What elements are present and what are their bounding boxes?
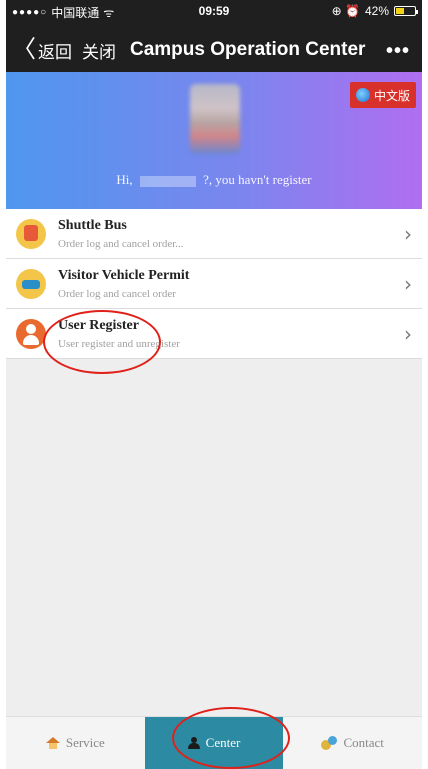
status-bar: ●●●●○ 中国联通 ᯤ 09:59 ⊕ ⏰ 42%	[6, 0, 422, 22]
language-label: 中文版	[373, 88, 410, 103]
close-button[interactable]: 关闭	[82, 38, 116, 63]
menu-item-text: Shuttle Bus Order log and cancel order..…	[58, 218, 184, 250]
chevron-right-icon: ›	[404, 222, 412, 246]
menu-item-user-register[interactable]: User Register User register and unregist…	[6, 309, 422, 359]
tab-label: Service	[65, 735, 105, 750]
menu-item-title: Shuttle Bus	[58, 217, 127, 233]
menu-item-text: Visitor Vehicle Permit Order log and can…	[58, 268, 189, 300]
nav-bar: 〈 返回 关闭 Campus Operation Center •••	[6, 30, 422, 70]
back-label: 返回	[38, 42, 72, 62]
phone-screen: ●●●●○ 中国联通 ᯤ 09:59 ⊕ ⏰ 42% 〈 返回 关闭 Campu…	[6, 0, 422, 769]
menu-item-subtitle: User register and unregister	[58, 337, 180, 350]
top-bar: ●●●●○ 中国联通 ᯤ 09:59 ⊕ ⏰ 42% 〈 返回 关闭 Campu…	[6, 0, 422, 72]
back-button[interactable]: 〈 返回	[12, 38, 72, 63]
avatar	[190, 84, 240, 154]
bus-icon	[16, 218, 46, 249]
status-right: ⊕ ⏰ 42%	[331, 4, 418, 18]
house-icon	[45, 737, 60, 749]
greeting-suffix: ?, you havn't register	[203, 172, 312, 187]
person-icon	[187, 737, 200, 749]
menu-item-title: Visitor Vehicle Permit	[58, 267, 190, 283]
menu-item-title: User Register	[58, 317, 139, 333]
greeting-prefix: Hi,	[116, 172, 133, 187]
tab-service[interactable]: Service	[6, 717, 145, 769]
tab-label: Contact	[343, 735, 384, 750]
car-icon	[16, 268, 46, 299]
blurred-username	[139, 175, 196, 187]
battery-fill	[396, 8, 404, 14]
language-toggle-button[interactable]: 中文版	[349, 82, 416, 108]
contact-icon	[321, 736, 338, 750]
tab-label: Center	[205, 735, 241, 750]
battery-percent: 42%	[364, 4, 389, 18]
menu-item-subtitle: Order log and cancel order...	[58, 237, 184, 250]
battery-icon	[394, 6, 418, 16]
page-title: Campus Operation Center	[130, 39, 366, 60]
chevron-right-icon: ›	[404, 272, 412, 296]
more-menu-button[interactable]: •••	[386, 40, 410, 63]
alarm-icon: ⊕ ⏰	[331, 4, 360, 18]
chevron-left-icon: 〈	[12, 36, 36, 63]
tab-center[interactable]: Center	[144, 717, 284, 769]
profile-banner: 中文版 Hi, ?, you havn't register	[6, 72, 422, 209]
menu-list: Shuttle Bus Order log and cancel order..…	[6, 209, 422, 359]
bottom-tab-bar: Service Center Contact	[6, 716, 422, 769]
menu-item-text: User Register User register and unregist…	[58, 318, 180, 350]
greeting-text: Hi, ?, you havn't register	[6, 172, 422, 188]
menu-item-subtitle: Order log and cancel order	[58, 287, 176, 300]
user-icon	[16, 318, 46, 349]
tab-contact[interactable]: Contact	[283, 717, 422, 769]
menu-item-visitor-vehicle-permit[interactable]: Visitor Vehicle Permit Order log and can…	[6, 259, 422, 309]
globe-icon	[355, 88, 370, 102]
menu-item-shuttle-bus[interactable]: Shuttle Bus Order log and cancel order..…	[6, 209, 422, 259]
chevron-right-icon: ›	[404, 322, 412, 346]
